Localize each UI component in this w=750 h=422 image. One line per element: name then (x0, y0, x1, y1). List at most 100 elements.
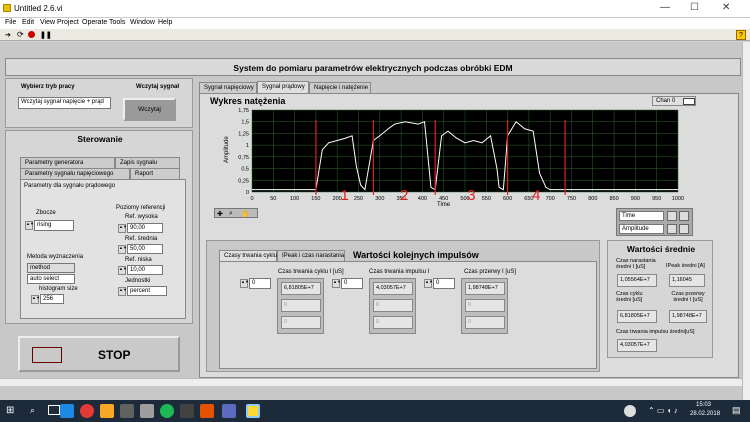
histogram-size-field[interactable]: 256 (40, 294, 64, 304)
time-lock-icon[interactable] (679, 211, 689, 221)
graph-title: Wykres natężenia (210, 96, 286, 106)
menu-operate[interactable]: Operate (82, 19, 107, 26)
pulse-index-spinner[interactable]: ▲▼ (332, 279, 341, 288)
histogram-spinner[interactable]: ▲▼ (31, 295, 40, 304)
x-tick-label: 800 (588, 196, 597, 202)
tab-voltage-params[interactable]: Parametry sygnału napięciowego (20, 168, 130, 179)
edge-browser-icon[interactable] (60, 404, 74, 418)
pause-icon[interactable]: ❚❚ (40, 31, 52, 39)
app-icon[interactable] (222, 404, 236, 418)
abort-icon[interactable] (28, 31, 35, 38)
avg-rise-label: Czas narastania średni I [uS] (616, 258, 656, 270)
toolbar: ➔ ⟳ ❚❚ ? (0, 29, 750, 41)
system-tray-icons[interactable]: ⌃ ▭ ◖ ♪ (648, 406, 678, 415)
averages-title: Wartości średnie (626, 244, 696, 254)
work-mode-select[interactable]: Wczytaj sygnał napięcie + prąd (18, 97, 111, 109)
edge-spinner[interactable]: ▲▼ (25, 221, 34, 230)
vertical-scrollbar[interactable] (742, 42, 750, 400)
chrome-icon[interactable] (80, 404, 94, 418)
ref-high-spinner[interactable]: ▲▼ (118, 224, 127, 233)
zoom-tool-icon[interactable]: ⌕ (229, 210, 233, 218)
pulse-time-label: Czas trwania impulsu I (369, 269, 430, 275)
menu-project[interactable]: Project (57, 19, 79, 26)
time-format-icon[interactable] (667, 211, 677, 221)
cycle-index-spinner[interactable]: ▲▼ (240, 279, 249, 288)
tab-cycle-times[interactable]: Czasy trwania cyklu (219, 250, 277, 261)
pause-index-spinner[interactable]: ▲▼ (424, 279, 433, 288)
close-button[interactable]: ✕ (722, 2, 730, 13)
calculator-icon[interactable] (140, 404, 154, 418)
context-help-icon[interactable]: ? (736, 30, 746, 40)
cycle-time-array: 6,81805E+7 0 0 (277, 278, 324, 334)
amp-lock-icon[interactable] (679, 224, 689, 234)
stop-led-icon (32, 347, 62, 363)
tab-report[interactable]: Raport (130, 168, 180, 179)
avg-ipeak-label: IPeak średni [A] (666, 263, 705, 269)
app-icon[interactable] (200, 404, 214, 418)
maximize-button[interactable]: ☐ (690, 2, 699, 13)
current-graph[interactable]: 00,250,50,7511,251,51,75 0 50 100 150 200 250… (210, 106, 696, 218)
menu-help[interactable]: Help (158, 19, 172, 26)
plot-line-style-icon[interactable] (683, 98, 695, 105)
units-spinner[interactable]: ▲▼ (118, 287, 127, 296)
tab-generator-params[interactable]: Parametry generatora (20, 157, 115, 168)
pause-index-field[interactable]: 0 (433, 278, 455, 289)
store-icon[interactable] (120, 404, 134, 418)
ref-low-field[interactable]: 10,00 (127, 265, 163, 275)
amp-format-icon[interactable] (667, 224, 677, 234)
file-explorer-icon[interactable] (100, 404, 114, 418)
settings-icon[interactable] (180, 404, 194, 418)
clock-time[interactable]: 15:03 (696, 402, 711, 408)
x-tick-label: 0 (250, 196, 253, 202)
load-button[interactable]: Wczytaj (123, 98, 176, 121)
method-header: method (27, 263, 75, 273)
user-avatar[interactable] (624, 405, 636, 417)
ref-low-spinner[interactable]: ▲▼ (118, 266, 127, 275)
tab-voltage-signal[interactable]: Sygnał napięciowy (199, 82, 257, 93)
menu-view[interactable]: View (40, 19, 55, 26)
histogram-size-label: histogram size (39, 286, 78, 292)
pulse-index-field[interactable]: 0 (341, 278, 363, 289)
cursor-tool-icon[interactable]: ✚ (217, 210, 223, 218)
tab-ipeak-rise[interactable]: IPeak i czas narastania (277, 250, 345, 261)
menu-tools[interactable]: Tools (109, 19, 125, 26)
menu-file[interactable]: File (5, 19, 16, 26)
tab-voltage-and-current[interactable]: Napięcie i natężenie (309, 82, 371, 93)
ref-mid-field[interactable]: 50,00 (127, 244, 163, 254)
menu-window[interactable]: Window (130, 19, 155, 26)
pan-tool-icon[interactable]: ✋ (241, 210, 250, 218)
run-continuous-icon[interactable]: ⟳ (17, 30, 24, 39)
run-arrow-icon[interactable]: ➔ (5, 31, 11, 39)
spotify-icon[interactable] (160, 404, 174, 418)
method-select[interactable]: auto select (27, 274, 75, 284)
cycle-index-field[interactable]: 0 (249, 278, 271, 289)
units-label: Jednostki (125, 278, 151, 284)
ref-high-label: Ref. wysoka (125, 214, 158, 220)
tab-signal-save[interactable]: Zapis sygnału (115, 157, 180, 168)
stop-button[interactable]: STOP (18, 336, 180, 372)
menu-edit[interactable]: Edit (22, 19, 34, 26)
task-view-icon[interactable] (48, 405, 60, 415)
plot-legend-channel[interactable]: Chan 0 (652, 96, 696, 106)
search-icon[interactable]: ⌕ (30, 405, 35, 416)
clock-date[interactable]: 28.02.2018 (690, 411, 720, 417)
labview-taskbar-icon[interactable] (246, 404, 260, 418)
notifications-icon[interactable]: ▤ (732, 405, 741, 416)
horizontal-scrollbar[interactable] (0, 378, 742, 386)
amplitude-scale-name: Amplitude (619, 224, 664, 234)
units-select[interactable]: percent (127, 286, 167, 296)
tab-current-signal[interactable]: Sygnał prądowy (257, 81, 309, 93)
edge-select[interactable]: rising (34, 220, 74, 231)
cycle-times-tab-page: ▲▼ 0 Czas trwania cyklu I [uS] 6,81805E+… (219, 261, 597, 369)
current-params-subtitle: Parametry dla sygnału prądowego (24, 183, 116, 189)
ref-high-field[interactable]: 90,00 (127, 223, 163, 233)
scale-legend: Time Amplitude (616, 208, 693, 236)
pause-time-label: Czas przerwy I [uS] (464, 269, 517, 275)
ref-mid-spinner[interactable]: ▲▼ (118, 245, 127, 254)
minimize-button[interactable]: — (660, 2, 670, 13)
pause-time-value: 0 (465, 316, 505, 329)
pulse-time-value: 4,03057E+7 (373, 282, 413, 295)
avg-pause-label: Czas przerwy średni I [uS] (671, 291, 705, 303)
avg-pause-value: 1,98748E+7 (669, 310, 707, 323)
windows-start-icon[interactable]: ⊞ (6, 405, 14, 416)
